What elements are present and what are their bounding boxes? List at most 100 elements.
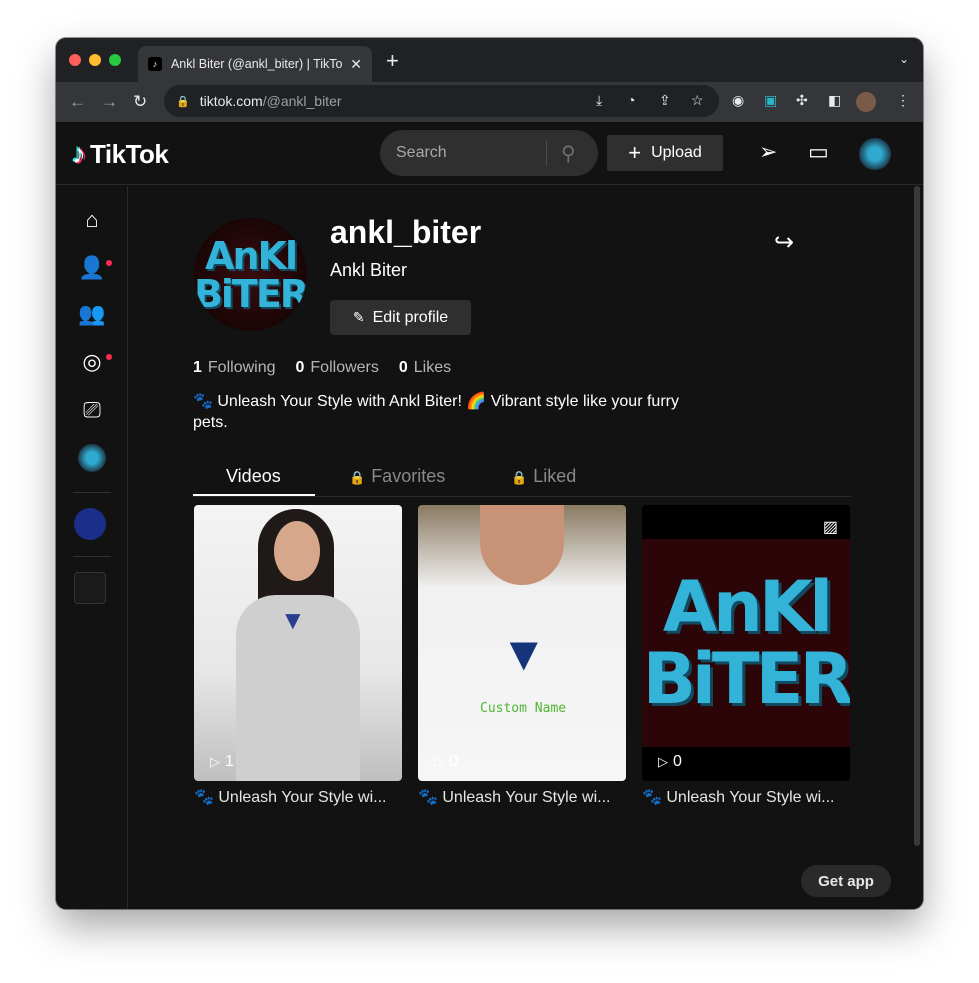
address-bar[interactable]: 🔒 tiktok.com/@ankl_biter ⤓ ◔ ⇪ ☆: [164, 85, 719, 117]
stat-value: 0: [398, 359, 408, 376]
live-video-icon[interactable]: ⎚: [78, 396, 106, 424]
video-card[interactable]: ▼ ▷ 1: [194, 505, 402, 781]
tab-liked[interactable]: 🔒 Liked: [511, 466, 576, 487]
header-avatar[interactable]: [859, 138, 891, 170]
stat-value: 1: [193, 359, 202, 376]
video-card[interactable]: AnKl BiTER ▨ ▷ 0: [642, 505, 850, 781]
stat-label: Following: [207, 359, 276, 376]
profile-username: ankl_biter: [330, 214, 482, 250]
photo-icon: ▨: [822, 519, 838, 536]
video-card[interactable]: ▼ Custom Name ▷ 0: [418, 505, 626, 781]
install-app-icon[interactable]: ⤓: [596, 92, 602, 109]
forward-icon[interactable]: →: [101, 90, 118, 114]
back-icon[interactable]: ←: [69, 90, 86, 114]
reload-icon[interactable]: ↻: [133, 90, 147, 114]
video-thumbnail: AnKl BiTER: [642, 539, 850, 747]
extension-n-icon[interactable]: ▣: [764, 92, 777, 109]
performance-icon[interactable]: ◔: [627, 92, 635, 108]
lock-icon: 🔒: [511, 470, 528, 485]
sidebar: ⌂ 👤 👥 ◎ ⎚: [56, 186, 128, 909]
video-thumbnail-face: [480, 505, 564, 585]
thumbnail-text-line1: AnKl: [662, 566, 833, 648]
video-caption[interactable]: 🐾 Unleash Your Style wi...: [418, 787, 626, 807]
avatar-text-line2: BiTER: [194, 271, 307, 316]
minimize-window-button[interactable]: [89, 54, 101, 66]
browser-tab[interactable]: ♪ Ankl Biter (@ankl_biter) | TikTok ✕: [138, 46, 372, 82]
active-tab-indicator: [193, 494, 315, 496]
tab-title: Ankl Biter (@ankl_biter) | TikTok: [170, 57, 343, 71]
scrollbar[interactable]: [914, 186, 920, 846]
tiktok-favicon-icon: ♪: [148, 57, 162, 71]
search-icon[interactable]: ⚲: [547, 141, 576, 166]
friends-icon[interactable]: 👥: [78, 300, 106, 328]
view-count-value: 0: [449, 753, 458, 770]
view-count-value: 1: [225, 753, 234, 770]
stat-following[interactable]: 1 Following: [193, 359, 276, 377]
tab-strip: ♪ Ankl Biter (@ankl_biter) | TikTok ✕ + …: [56, 38, 923, 82]
tab-favorites[interactable]: 🔒 Favorites: [349, 466, 445, 487]
video-caption[interactable]: 🐾 Unleash Your Style wi...: [194, 787, 402, 807]
stat-followers[interactable]: 0 Followers: [296, 359, 379, 377]
sidebar-divider: [73, 492, 111, 493]
tiktok-header: ♪ TikTok Search ⚲ + Upload ➢ ▭: [56, 122, 923, 185]
notification-dot: [106, 260, 112, 266]
explore-compass-icon[interactable]: ◎: [78, 348, 106, 376]
view-count: ▷ 0: [434, 753, 458, 771]
share-profile-icon[interactable]: ↪: [774, 228, 794, 257]
search-bar[interactable]: Search ⚲: [380, 130, 598, 176]
edit-icon: ✎: [352, 309, 365, 325]
close-window-button[interactable]: [69, 54, 81, 66]
view-count-value: 0: [673, 753, 682, 770]
edit-profile-label: Edit profile: [372, 308, 449, 326]
new-tab-icon[interactable]: +: [386, 50, 399, 72]
url-path: /@ankl_biter: [262, 93, 342, 109]
tab-search-chevron-icon[interactable]: ⌄: [899, 52, 909, 66]
stat-label: Followers: [310, 359, 379, 376]
profile-avatar[interactable]: AnKl BiTER: [194, 218, 307, 331]
plus-icon: +: [628, 140, 642, 165]
profile-tabs: Videos 🔒 Favorites 🔒 Liked: [193, 458, 851, 497]
stat-value: 0: [295, 359, 305, 376]
tiktok-logo[interactable]: ♪ TikTok: [72, 138, 169, 170]
profile-avatar-icon[interactable]: [78, 444, 106, 472]
profile-nickname: Ankl Biter: [330, 260, 408, 280]
maximize-window-button[interactable]: [109, 54, 121, 66]
send-icon[interactable]: ➢: [759, 140, 777, 164]
home-icon[interactable]: ⌂: [78, 206, 106, 234]
custom-name-text: Custom Name: [480, 701, 567, 716]
tab-liked-label: Liked: [533, 466, 577, 486]
search-input[interactable]: Search: [380, 144, 546, 162]
tab-favorites-label: Favorites: [371, 466, 446, 486]
profile-avatar-icon[interactable]: [856, 92, 876, 112]
upload-label: Upload: [651, 144, 702, 161]
dog-logo-icon: ▼: [500, 628, 548, 681]
lock-icon: 🔒: [349, 470, 366, 485]
url-host: tiktok.com: [199, 93, 263, 109]
browser-menu-icon[interactable]: ⋮: [896, 92, 910, 109]
get-app-button[interactable]: Get app: [801, 865, 891, 897]
play-icon: ▷: [434, 754, 444, 769]
side-panel-icon[interactable]: ◧: [828, 92, 841, 109]
extensions-puzzle-icon[interactable]: ✣: [796, 92, 808, 109]
extension-1password-icon[interactable]: ◉: [732, 92, 744, 109]
tab-videos[interactable]: Videos: [226, 466, 281, 487]
profile-stats: 1 Following 0 Followers 0 Likes: [193, 359, 471, 377]
bookmark-star-icon[interactable]: ☆: [691, 92, 704, 109]
edit-profile-button[interactable]: ✎ Edit profile: [330, 300, 471, 335]
following-icon[interactable]: 👤: [78, 254, 106, 282]
stat-likes: 0 Likes: [399, 359, 451, 377]
account-avatar[interactable]: [74, 572, 106, 604]
upload-button[interactable]: + Upload: [607, 135, 723, 171]
stat-label: Likes: [413, 359, 452, 376]
close-tab-icon[interactable]: ✕: [350, 56, 362, 73]
share-page-icon[interactable]: ⇪: [659, 92, 671, 109]
notification-dot: [106, 354, 112, 360]
video-caption[interactable]: 🐾 Unleash Your Style wi...: [642, 787, 850, 807]
video-thumbnail-face: [274, 521, 320, 581]
ryanair-account-avatar[interactable]: [74, 508, 106, 540]
play-icon: ▷: [658, 754, 668, 769]
browser-toolbar: ← → ↻ 🔒 tiktok.com/@ankl_biter ⤓ ◔ ⇪ ☆ ◉…: [56, 82, 923, 122]
logo-text: TikTok: [90, 138, 169, 169]
inbox-icon[interactable]: ▭: [808, 140, 829, 164]
view-count: ▷ 1: [210, 753, 234, 771]
